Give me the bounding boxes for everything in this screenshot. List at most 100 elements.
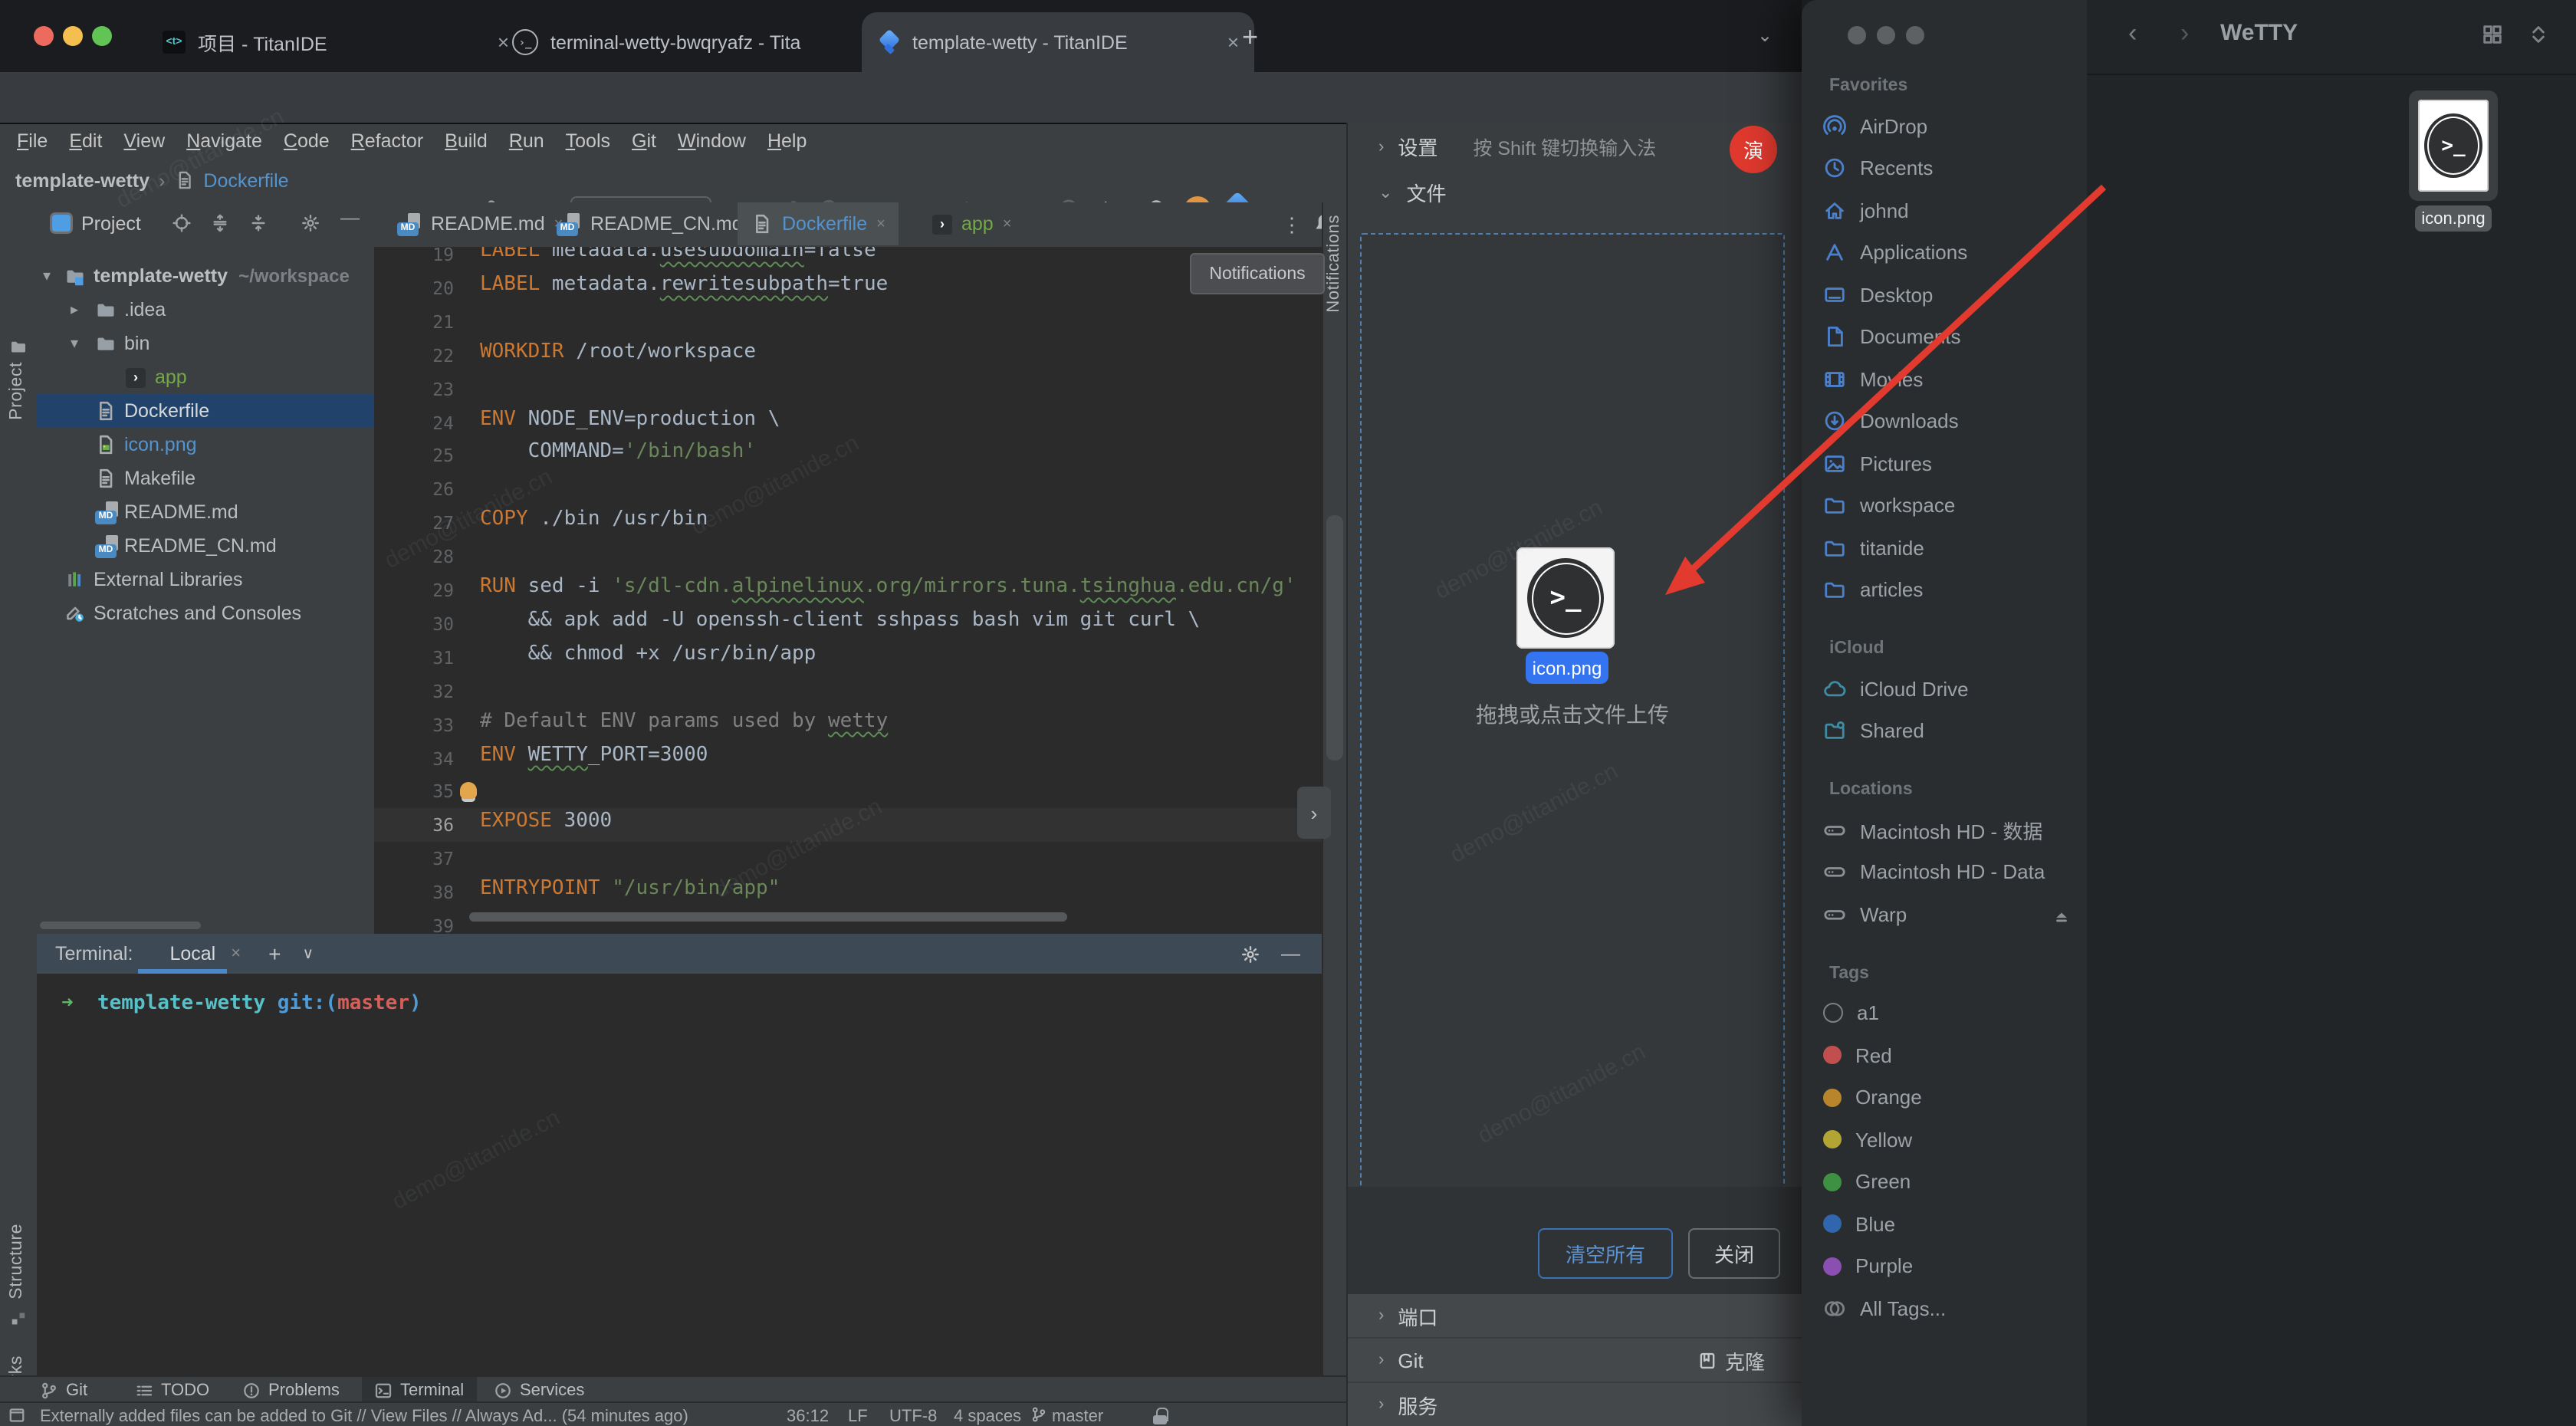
- menu-view[interactable]: View: [113, 130, 176, 152]
- new-terminal-button[interactable]: +: [268, 941, 281, 966]
- tree-chevron-icon[interactable]: ▸: [71, 301, 78, 318]
- sidebar-item-applications[interactable]: Applications: [1823, 234, 2081, 271]
- sidebar-item-workspace[interactable]: workspace: [1823, 487, 2081, 524]
- tool-tab-terminal[interactable]: Terminal: [362, 1377, 476, 1403]
- tree-item-scratches-and-consoles[interactable]: Scratches and Consoles: [37, 596, 374, 630]
- project-hscrollbar[interactable]: [40, 922, 201, 929]
- hide-panel-icon[interactable]: —: [340, 207, 360, 228]
- window-layout-icon[interactable]: [8, 1406, 26, 1424]
- finder-minimize-button[interactable]: [1877, 26, 1895, 44]
- panel-section-git[interactable]: ›Git克隆: [1348, 1339, 1803, 1382]
- tool-tab-todo[interactable]: TODO: [123, 1377, 222, 1403]
- tool-tab-notifications[interactable]: Notifications: [1325, 215, 1343, 313]
- sidebar-item-recents[interactable]: Recents: [1823, 150, 2081, 186]
- panel-section-services[interactable]: ›服务: [1348, 1383, 1803, 1426]
- editor-tab-dockerfile[interactable]: Dockerfile×: [738, 202, 899, 245]
- finder-forward-icon[interactable]: ›: [2180, 18, 2189, 49]
- tool-tab-project[interactable]: Project: [8, 362, 26, 420]
- git-clone-button[interactable]: 克隆: [1697, 1346, 1765, 1375]
- tree-item-dockerfile[interactable]: Dockerfile: [37, 394, 374, 428]
- upload-dropzone[interactable]: >_ icon.png 拖拽或点击文件上传: [1360, 233, 1785, 1190]
- sidebar-item-green[interactable]: Green: [1823, 1163, 2081, 1200]
- tab-close-icon[interactable]: ×: [1003, 215, 1012, 232]
- menu-tools[interactable]: Tools: [555, 130, 621, 152]
- sidebar-item-pictures[interactable]: Pictures: [1823, 445, 2081, 481]
- tree-item-readme-md[interactable]: MDREADME.md: [37, 495, 374, 529]
- sidebar-item-shared[interactable]: Shared: [1823, 712, 2081, 749]
- finder-sort-icon[interactable]: [2527, 23, 2550, 46]
- browser-tab[interactable]: template-wetty - TitanIDE×: [862, 12, 1254, 72]
- tree-chevron-icon[interactable]: ▾: [71, 335, 78, 352]
- sidebar-item-airdrop[interactable]: AirDrop: [1823, 107, 2081, 144]
- browser-tab[interactable]: <t>项目 - TitanIDE×: [147, 12, 524, 72]
- project-settings-gear-icon[interactable]: [301, 213, 320, 233]
- status-message[interactable]: Externally added files can be added to G…: [40, 1403, 688, 1426]
- browser-tab[interactable]: ›_terminal-wetty-bwqryafz - Tita×: [497, 12, 889, 72]
- clear-all-button[interactable]: 清空所有: [1538, 1228, 1673, 1279]
- uploaded-file-thumbnail[interactable]: >_: [1516, 547, 1615, 649]
- menu-code[interactable]: Code: [273, 130, 340, 152]
- breadcrumb-project[interactable]: template-wetty: [15, 169, 150, 191]
- expand-tool-window-button[interactable]: ›: [1297, 787, 1331, 839]
- uploaded-file-name[interactable]: icon.png: [1526, 652, 1608, 684]
- tab-close-icon[interactable]: ×: [876, 215, 886, 232]
- sidebar-item-a1[interactable]: a1: [1823, 994, 2081, 1031]
- window-minimize-button[interactable]: [63, 26, 83, 46]
- sidebar-item-blue[interactable]: Blue: [1823, 1205, 2081, 1242]
- terminal-tab-close-icon[interactable]: ×: [231, 945, 241, 963]
- finder-file-tile[interactable]: >_ icon.png: [2409, 90, 2498, 201]
- sidebar-item-titanide[interactable]: titanide: [1823, 529, 2081, 566]
- sidebar-item-purple[interactable]: Purple: [1823, 1247, 2081, 1284]
- finder-view-grid-icon[interactable]: [2481, 23, 2504, 46]
- tab-search-chevron-icon[interactable]: ⌄: [1757, 25, 1773, 46]
- finder-back-icon[interactable]: ‹: [2128, 18, 2137, 49]
- editor-hscrollbar[interactable]: [469, 912, 1067, 922]
- tool-tab-services[interactable]: Services: [481, 1377, 596, 1403]
- menu-refactor[interactable]: Refactor: [340, 130, 435, 152]
- tree-item-readme-cn-md[interactable]: MDREADME_CN.md: [37, 529, 374, 563]
- sidebar-item-documents[interactable]: Documents: [1823, 318, 2081, 355]
- panel-files-row[interactable]: ⌄ 文件: [1378, 178, 1446, 207]
- tree-item-external-libraries[interactable]: External Libraries: [37, 563, 374, 596]
- tree-item--idea[interactable]: ▸.idea: [37, 293, 374, 327]
- menu-build[interactable]: Build: [434, 130, 498, 152]
- tree-item-app[interactable]: ›app: [37, 360, 374, 394]
- collapse-all-icon[interactable]: [248, 213, 268, 233]
- menu-navigate[interactable]: Navigate: [176, 130, 273, 152]
- menu-git[interactable]: Git: [621, 130, 667, 152]
- terminal-settings-gear-icon[interactable]: [1240, 944, 1260, 964]
- close-button[interactable]: 关闭: [1688, 1228, 1780, 1279]
- sidebar-item-downloads[interactable]: Downloads: [1823, 402, 2081, 439]
- tree-chevron-icon[interactable]: ▾: [43, 268, 51, 284]
- sidebar-item-movies[interactable]: Movies: [1823, 360, 2081, 397]
- terminal-minimize-icon[interactable]: —: [1281, 943, 1300, 964]
- sidebar-item-yellow[interactable]: Yellow: [1823, 1121, 2081, 1158]
- tree-item-icon-png[interactable]: icon.png: [37, 428, 374, 462]
- status-indent[interactable]: 4 spaces: [954, 1403, 1021, 1426]
- status-git-branch[interactable]: master: [1052, 1403, 1103, 1426]
- editor-vscrollbar[interactable]: [1326, 515, 1343, 761]
- terminal-prompt[interactable]: ➜ template-wetty git:(master): [61, 992, 422, 1015]
- new-tab-button[interactable]: +: [1242, 21, 1258, 54]
- sidebar-item-johnd[interactable]: johnd: [1823, 192, 2081, 228]
- sidebar-item-all-tags-[interactable]: All Tags...: [1823, 1290, 2081, 1326]
- finder-zoom-button[interactable]: [1906, 26, 1924, 44]
- status-line-separator[interactable]: LF: [848, 1403, 868, 1426]
- status-encoding[interactable]: UTF-8: [889, 1403, 937, 1426]
- tool-tab-git[interactable]: Git: [28, 1377, 100, 1403]
- sidebar-item-macintosh-hd-[interactable]: Macintosh HD - 数据: [1823, 811, 2081, 848]
- editor-tabs-kebab-icon[interactable]: ⋮: [1282, 213, 1302, 238]
- tool-tab-problems[interactable]: Problems: [230, 1377, 352, 1403]
- demo-badge[interactable]: 演: [1730, 126, 1777, 173]
- terminal-dropdown-chevron-icon[interactable]: ∨: [302, 945, 314, 962]
- menu-window[interactable]: Window: [667, 130, 757, 152]
- window-zoom-button[interactable]: [92, 26, 112, 46]
- menu-file[interactable]: File: [6, 130, 58, 152]
- menu-edit[interactable]: Edit: [58, 130, 113, 152]
- terminal-tab-local[interactable]: Local: [169, 943, 215, 964]
- tab-close-icon[interactable]: ×: [1227, 31, 1239, 54]
- editor-tab-app[interactable]: ›app×: [918, 202, 1025, 245]
- menu-run[interactable]: Run: [498, 130, 555, 152]
- finder-close-button[interactable]: [1848, 26, 1866, 44]
- tree-item-makefile[interactable]: Makefile: [37, 462, 374, 495]
